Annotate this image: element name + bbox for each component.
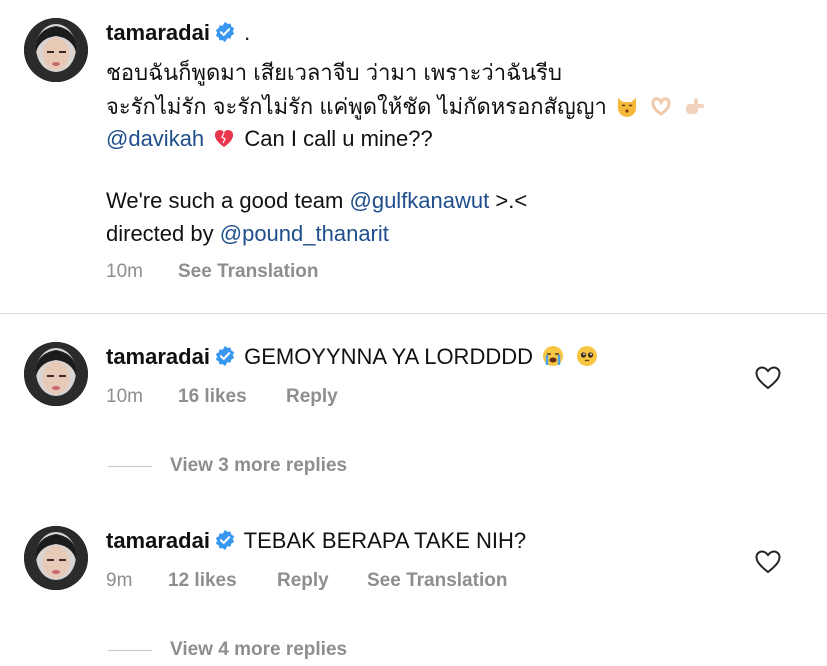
caption-dot: . (244, 20, 251, 45)
comment-2-time: 9m (106, 570, 133, 591)
comment-2-view-replies-button[interactable]: View 4 more replies (170, 639, 347, 661)
mention-davikah[interactable]: @davikah (106, 126, 204, 151)
comment-1-body: tamaradai GEMOYYNNA YA LORDDDD (106, 342, 601, 372)
instagram-comments: tamaradai . ชอบฉันก็พูดมา เสียเวลาจีบ ว่… (0, 0, 827, 666)
caption-line-2-text: จะรักไม่รัก จะรักไม่รัก แค่พูดให้ชัด ไม่… (106, 94, 607, 119)
caption-team-text: We're such a good team (106, 188, 344, 213)
caption-username[interactable]: tamaradai (106, 20, 210, 45)
comment-2-likes[interactable]: 12 likes (168, 570, 237, 592)
comment-2-body: tamaradai TEBAK BERAPA TAKE NIH? (106, 526, 526, 556)
caption-line-3: @davikah Can I call u mine?? (106, 124, 433, 154)
verified-badge-icon (214, 21, 236, 43)
replies-divider-line (108, 650, 152, 651)
comment-1-time: 10m (106, 386, 143, 407)
pleading-face-emoji (575, 344, 599, 368)
caption-time: 10m (106, 261, 143, 282)
caption-line-2: จะรักไม่รัก จะรักไม่รัก แค่พูดให้ชัด ไม่… (106, 92, 709, 122)
comment-2-reply-button[interactable]: Reply (277, 570, 329, 592)
avatar[interactable] (24, 342, 88, 406)
verified-badge-icon (214, 529, 236, 551)
comment-2-username[interactable]: tamaradai (106, 528, 210, 553)
pointing-hand-emoji (683, 94, 707, 118)
avatar-image (24, 526, 88, 590)
comment-1-likes[interactable]: 16 likes (178, 386, 247, 408)
divider (0, 313, 827, 314)
caption-directed-text: directed by (106, 221, 214, 246)
caption-line-4: We're such a good team @gulfkanawut >.< (106, 186, 527, 216)
comment-1-username[interactable]: tamaradai (106, 344, 210, 369)
caption-line-5: directed by @pound_thanarit (106, 219, 389, 249)
caption-header: tamaradai . (106, 18, 250, 48)
heart-outline-icon[interactable] (755, 550, 781, 574)
mending-heart-emoji (212, 126, 236, 150)
comment-1-view-replies-button[interactable]: View 3 more replies (170, 455, 347, 477)
avatar[interactable] (24, 526, 88, 590)
comment-2-see-translation-button[interactable]: See Translation (367, 570, 507, 592)
avatar-image (24, 342, 88, 406)
mention-gulfkanawut[interactable]: @gulfkanawut (350, 188, 490, 213)
kissing-cat-emoji (615, 94, 639, 118)
caption-team-tail: >.< (495, 188, 528, 213)
verified-badge-icon (214, 345, 236, 367)
avatar[interactable] (24, 18, 88, 82)
comment-2-text: TEBAK BERAPA TAKE NIH? (243, 528, 527, 553)
heart-outline-icon[interactable] (755, 366, 781, 390)
loudly-crying-emoji (541, 344, 565, 368)
avatar-image (24, 18, 88, 82)
caption-line-1: ชอบฉันก็พูดมา เสียเวลาจีบ ว่ามา เพราะว่า… (106, 60, 562, 85)
heart-hands-emoji (649, 94, 673, 118)
replies-divider-line (108, 466, 152, 467)
caption-call-text: Can I call u mine?? (244, 126, 433, 151)
comment-1-reply-button[interactable]: Reply (286, 386, 338, 408)
comment-1-text: GEMOYYNNA YA LORDDDD (244, 344, 533, 369)
caption-see-translation-button[interactable]: See Translation (178, 261, 318, 283)
mention-pound-thanarit[interactable]: @pound_thanarit (220, 221, 389, 246)
